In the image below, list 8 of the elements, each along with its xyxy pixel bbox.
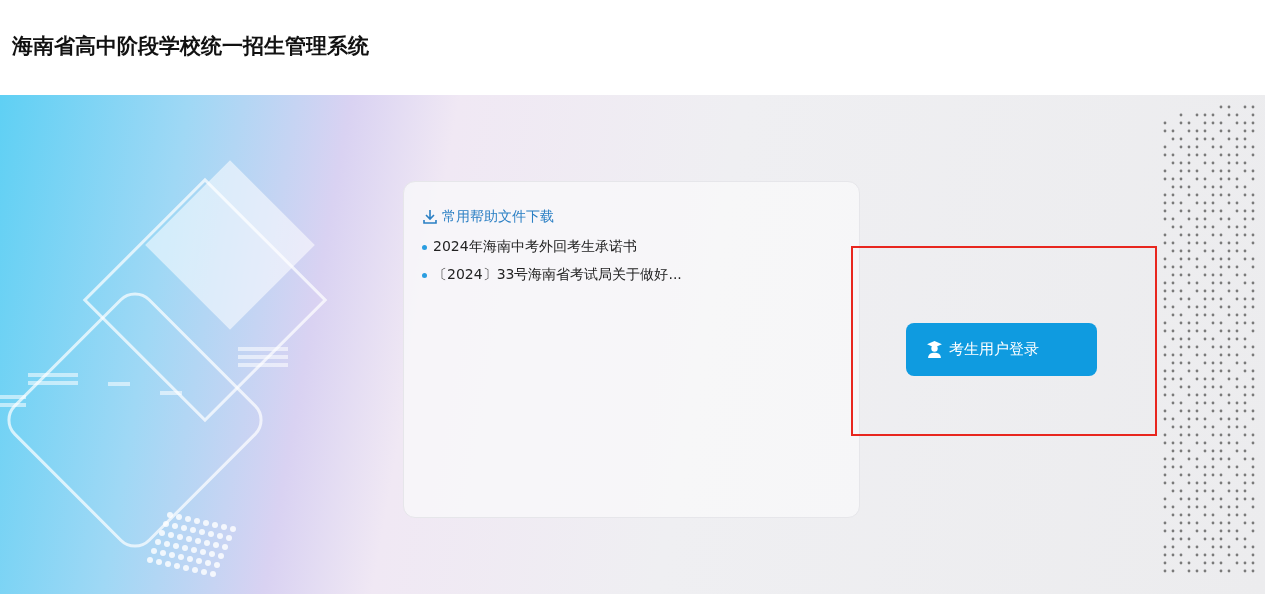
bullet-icon	[422, 272, 427, 278]
download-link[interactable]: 〔2024〕33号海南省考试局关于做好...	[433, 266, 682, 284]
download-heading: 常用帮助文件下载	[442, 208, 554, 226]
page-title: 海南省高中阶段学校统一招生管理系统	[12, 32, 369, 60]
download-link[interactable]: 2024年海南中考外回考生承诺书	[433, 238, 637, 256]
download-icon	[422, 209, 438, 225]
student-icon	[926, 341, 943, 358]
bullet-icon	[422, 244, 427, 250]
